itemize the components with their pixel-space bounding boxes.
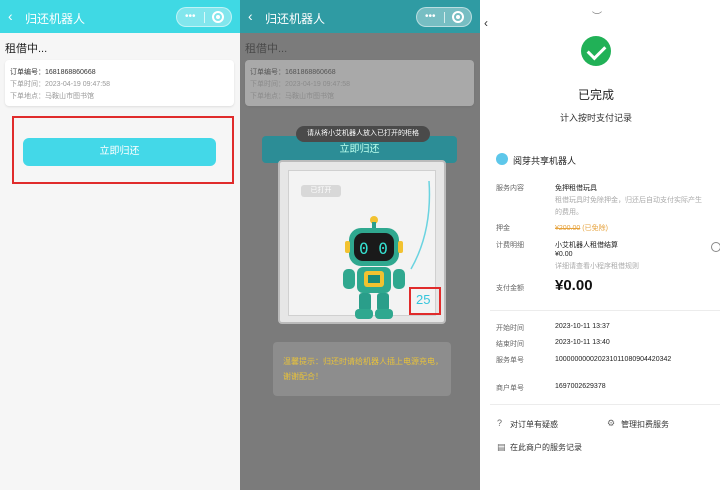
- capsule-divider: [204, 12, 205, 23]
- start-value: 2023-10-11 13:37: [555, 323, 610, 330]
- divider: [490, 310, 720, 311]
- cabinet-number: 25: [416, 292, 431, 307]
- chevron-down-icon[interactable]: ︶: [592, 8, 602, 23]
- status-title: 已完成: [577, 88, 614, 102]
- order-card: 订单编号：1681868860668 下单时间：2023-04-19 09:47…: [245, 60, 474, 106]
- back-icon[interactable]: ‹: [248, 8, 253, 24]
- order-place: 下单地点：马鞍山市图书馆: [250, 93, 334, 100]
- deposit-value: ¥200.00: [555, 225, 581, 232]
- svg-text:0 0: 0 0: [359, 239, 388, 258]
- panel-rental-active: ‹ 归还机器人 ••• 租借中... 订单编号：1681868860668 下单…: [0, 0, 240, 490]
- service-label: 服务内容: [496, 185, 524, 192]
- close-target-icon[interactable]: [452, 11, 464, 23]
- service-no-label: 服务单号: [496, 357, 524, 364]
- order-time: 下单时间：2023-04-19 09:47:58: [250, 81, 350, 88]
- end-label: 结束时间: [496, 341, 524, 348]
- instruction-tooltip: 请从将小艾机器人放入已打开的柜格: [296, 126, 430, 142]
- deposit-row: ¥200.00 (已免除): [555, 223, 608, 233]
- fee-note[interactable]: 详细请查看小程序租借规则: [555, 261, 705, 273]
- navigation-bar: ‹ 归还机器人 •••: [240, 0, 480, 33]
- order-card: 订单编号：1681868860668 下单时间：2023-04-19 09:47…: [5, 60, 234, 106]
- charging-cable-icon: [410, 181, 431, 270]
- merchant-logo-icon: [496, 153, 508, 165]
- robot-icon: 0 0: [343, 216, 405, 319]
- order-number: 订单编号：1681868860668: [10, 69, 96, 76]
- merchant-no-label: 商户单号: [496, 385, 524, 392]
- order-place: 下单地点：马鞍山市图书馆: [10, 93, 94, 100]
- order-doubt-link[interactable]: 对订单有疑惑: [510, 418, 558, 431]
- rental-status: 租借中...: [5, 43, 48, 55]
- capsule-divider: [444, 12, 445, 23]
- deposit-label: 押金: [496, 225, 510, 232]
- more-icon[interactable]: •••: [185, 11, 196, 22]
- fee-label: 计费明细: [496, 242, 524, 249]
- cabinet-illustration: 已打开 0 0 25: [278, 160, 446, 324]
- pay-label: 支付金额: [496, 285, 524, 292]
- warning-box: 温馨提示：归还时请给机器人插上电源充电，谢谢配合！: [273, 342, 451, 396]
- deposit-waived: (已免除): [582, 225, 608, 232]
- return-now-button[interactable]: 立即归还: [23, 138, 216, 166]
- service-value: 免押租借玩具: [555, 185, 597, 192]
- door-open-tag: 已打开: [301, 185, 341, 197]
- panel-order-complete: ︶ ‹ 已完成 计入按时支付记录 阅芽共享机器人 服务内容 免押租借玩具 租借玩…: [480, 0, 720, 490]
- order-number: 订单编号：1681868860668: [250, 69, 336, 76]
- service-note: 租借玩具时免除押金，归还后自动支付实际产生的费用。: [555, 197, 702, 216]
- panel-return-cabinet: ‹ 归还机器人 ••• 租借中... 订单编号：1681868860668 下单…: [240, 0, 480, 490]
- back-icon[interactable]: ‹: [484, 16, 488, 30]
- order-time: 下单时间：2023-04-19 09:47:58: [10, 81, 110, 88]
- gear-icon: ⚙: [607, 418, 616, 428]
- fee-value: 小艾机器人租借结算: [555, 242, 618, 249]
- service-records-link[interactable]: 在此商户的服务记录: [510, 441, 590, 454]
- close-target-icon[interactable]: [212, 11, 224, 23]
- divider: [490, 404, 720, 405]
- back-icon[interactable]: ‹: [8, 8, 13, 24]
- warning-text: 温馨提示：归还时请给机器人插上电源充电，谢谢配合！: [283, 357, 443, 381]
- page-title: 归还机器人: [25, 12, 86, 26]
- navigation-bar: ‹ 归还机器人 •••: [0, 0, 240, 33]
- pay-amount: ¥0.00: [555, 277, 593, 294]
- merchant-no-value: 1697002629378: [555, 383, 606, 390]
- rental-status: 租借中...: [245, 43, 288, 55]
- page-title: 归还机器人: [265, 12, 326, 26]
- document-icon: ▤: [497, 442, 506, 452]
- question-icon: ?: [497, 418, 503, 428]
- manage-deduction-link[interactable]: 管理扣费服务: [621, 418, 669, 431]
- more-icon[interactable]: •••: [425, 11, 436, 22]
- miniprogram-capsule: •••: [176, 7, 232, 27]
- start-label: 开始时间: [496, 325, 524, 332]
- scroll-handle[interactable]: [711, 242, 720, 252]
- status-subtitle: 计入按时支付记录: [559, 113, 632, 123]
- success-check-icon: [581, 36, 611, 66]
- end-value: 2023-10-11 13:40: [555, 339, 610, 346]
- miniprogram-capsule: •••: [416, 7, 472, 27]
- service-no-value: 100000000020231011080904420342: [555, 356, 672, 363]
- fee-amount: ¥0.00: [555, 251, 573, 258]
- merchant-name: 阅芽共享机器人: [513, 156, 577, 166]
- cabinet-compartment: 已打开 0 0 25: [288, 170, 441, 319]
